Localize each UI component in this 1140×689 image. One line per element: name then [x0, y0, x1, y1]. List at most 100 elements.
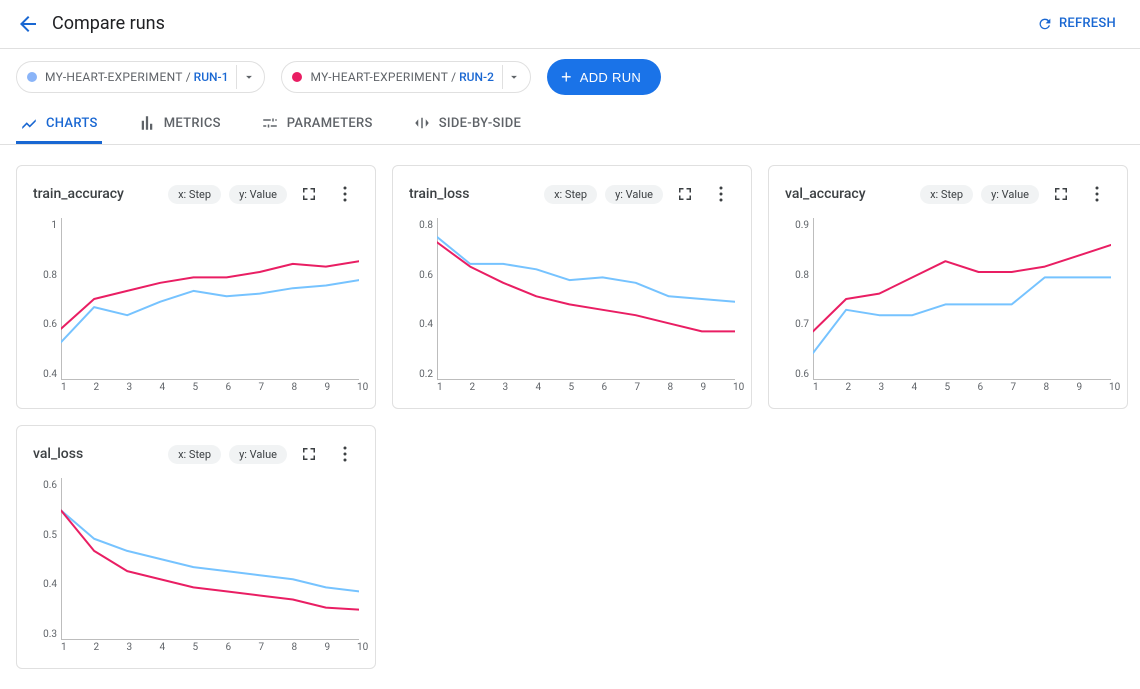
x-tick: 10: [733, 382, 734, 398]
tab-side-by-side-label: SIDE-BY-SIDE: [439, 116, 521, 131]
y-axis-chip: y: Value: [605, 185, 663, 204]
x-tick: 8: [1044, 382, 1045, 398]
x-tick: 3: [879, 382, 880, 398]
series-line-RUN-2: [61, 261, 359, 328]
run-name-label: RUN-2: [459, 70, 494, 84]
sliders-icon: [261, 114, 279, 132]
x-tick: 2: [846, 382, 847, 398]
chart-line-icon: [20, 114, 38, 132]
y-axis-chip: y: Value: [981, 185, 1039, 204]
more-options-button[interactable]: [1083, 180, 1111, 208]
x-tick: 7: [1011, 382, 1012, 398]
chart-body: 10.80.60.412345678910: [33, 218, 359, 398]
more-options-button[interactable]: [331, 180, 359, 208]
x-axis: 12345678910: [61, 382, 359, 398]
plot-area: 12345678910: [61, 218, 359, 398]
fullscreen-button[interactable]: [1047, 180, 1075, 208]
plot-area: 12345678910: [813, 218, 1111, 398]
run-chip-dropdown[interactable]: [502, 65, 526, 89]
chart-body: 0.60.50.40.312345678910: [33, 478, 359, 658]
x-tick: 6: [978, 382, 979, 398]
x-tick: 9: [325, 642, 326, 658]
chart-body: 0.90.80.70.612345678910: [785, 218, 1111, 398]
y-tick: 0.7: [795, 319, 809, 330]
series-line-RUN-1: [813, 277, 1111, 353]
tab-metrics-label: METRICS: [164, 116, 221, 131]
more-options-button-icon: [336, 185, 354, 203]
x-tick: 10: [357, 642, 358, 658]
x-tick: 5: [945, 382, 946, 398]
x-tick: 9: [701, 382, 702, 398]
fullscreen-button[interactable]: [671, 180, 699, 208]
tab-parameters[interactable]: PARAMETERS: [257, 105, 377, 144]
series-line-RUN-2: [813, 245, 1111, 331]
x-tick: 2: [94, 642, 95, 658]
chevron-down-icon: [242, 70, 256, 84]
fullscreen-button[interactable]: [295, 440, 323, 468]
x-tick: 5: [569, 382, 570, 398]
tab-charts[interactable]: CHARTS: [16, 105, 102, 144]
run-name-label: RUN-1: [194, 70, 229, 84]
run-color-dot: [27, 72, 37, 82]
y-tick: 0.6: [43, 480, 57, 491]
chart-title: train_accuracy: [33, 186, 160, 202]
plot-area: 12345678910: [61, 478, 359, 658]
chevron-down-icon: [507, 70, 521, 84]
more-options-button-icon: [1088, 185, 1106, 203]
y-tick: 0.4: [43, 579, 57, 590]
plot-svg: [61, 478, 359, 640]
fullscreen-button[interactable]: [295, 180, 323, 208]
chart-card-train_accuracy: train_accuracyx: Stepy: Value 10.80.60.4…: [16, 165, 376, 409]
more-options-button-icon: [336, 445, 354, 463]
x-tick: 4: [912, 382, 913, 398]
add-run-button[interactable]: + ADD RUN: [547, 59, 661, 95]
x-axis-chip: x: Step: [544, 185, 597, 204]
chart-title: val_accuracy: [785, 186, 912, 202]
x-tick: 1: [437, 382, 438, 398]
y-axis: 10.80.60.4: [33, 218, 61, 398]
chart-title: val_loss: [33, 446, 160, 462]
plus-icon: +: [561, 68, 572, 86]
refresh-button[interactable]: REFRESH: [1029, 10, 1124, 38]
x-tick: 6: [602, 382, 603, 398]
plot-area: 12345678910: [437, 218, 735, 398]
run-chip-run-2[interactable]: MY-HEART-EXPERIMENT / RUN-2: [281, 61, 530, 93]
more-options-button-icon: [712, 185, 730, 203]
chart-body: 0.80.60.40.212345678910: [409, 218, 735, 398]
x-tick: 2: [94, 382, 95, 398]
x-axis: 12345678910: [813, 382, 1111, 398]
fullscreen-button-icon: [1052, 185, 1070, 203]
y-axis: 0.60.50.40.3: [33, 478, 61, 658]
x-axis-chip: x: Step: [168, 445, 221, 464]
run-chip-run-1[interactable]: MY-HEART-EXPERIMENT / RUN-1: [16, 61, 265, 93]
run-chip-dropdown[interactable]: [236, 65, 260, 89]
series-line-RUN-1: [437, 237, 735, 302]
x-tick: 5: [193, 642, 194, 658]
x-tick: 10: [357, 382, 358, 398]
x-tick: 3: [127, 642, 128, 658]
y-axis-chip: y: Value: [229, 185, 287, 204]
run-experiment-label: MY-HEART-EXPERIMENT: [310, 70, 448, 84]
x-tick: 8: [292, 642, 293, 658]
tab-metrics[interactable]: METRICS: [134, 105, 225, 144]
x-tick: 10: [1109, 382, 1110, 398]
compare-icon: [413, 114, 431, 132]
arrow-left-icon: [16, 12, 40, 36]
fullscreen-button-icon: [300, 445, 318, 463]
series-line-RUN-1: [61, 510, 359, 591]
x-tick: 5: [193, 382, 194, 398]
chart-card-val_accuracy: val_accuracyx: Stepy: Value 0.90.80.70.6…: [768, 165, 1128, 409]
x-tick: 1: [61, 382, 62, 398]
more-options-button[interactable]: [707, 180, 735, 208]
more-options-button[interactable]: [331, 440, 359, 468]
x-tick: 4: [160, 642, 161, 658]
x-tick: 3: [127, 382, 128, 398]
tab-side-by-side[interactable]: SIDE-BY-SIDE: [409, 105, 525, 144]
back-button[interactable]: [16, 12, 40, 36]
fullscreen-button-icon: [676, 185, 694, 203]
page-header: Compare runs REFRESH: [0, 0, 1140, 48]
x-tick: 6: [226, 642, 227, 658]
x-tick: 1: [813, 382, 814, 398]
y-tick: 0.2: [419, 369, 433, 380]
run-experiment-label: MY-HEART-EXPERIMENT: [45, 70, 183, 84]
